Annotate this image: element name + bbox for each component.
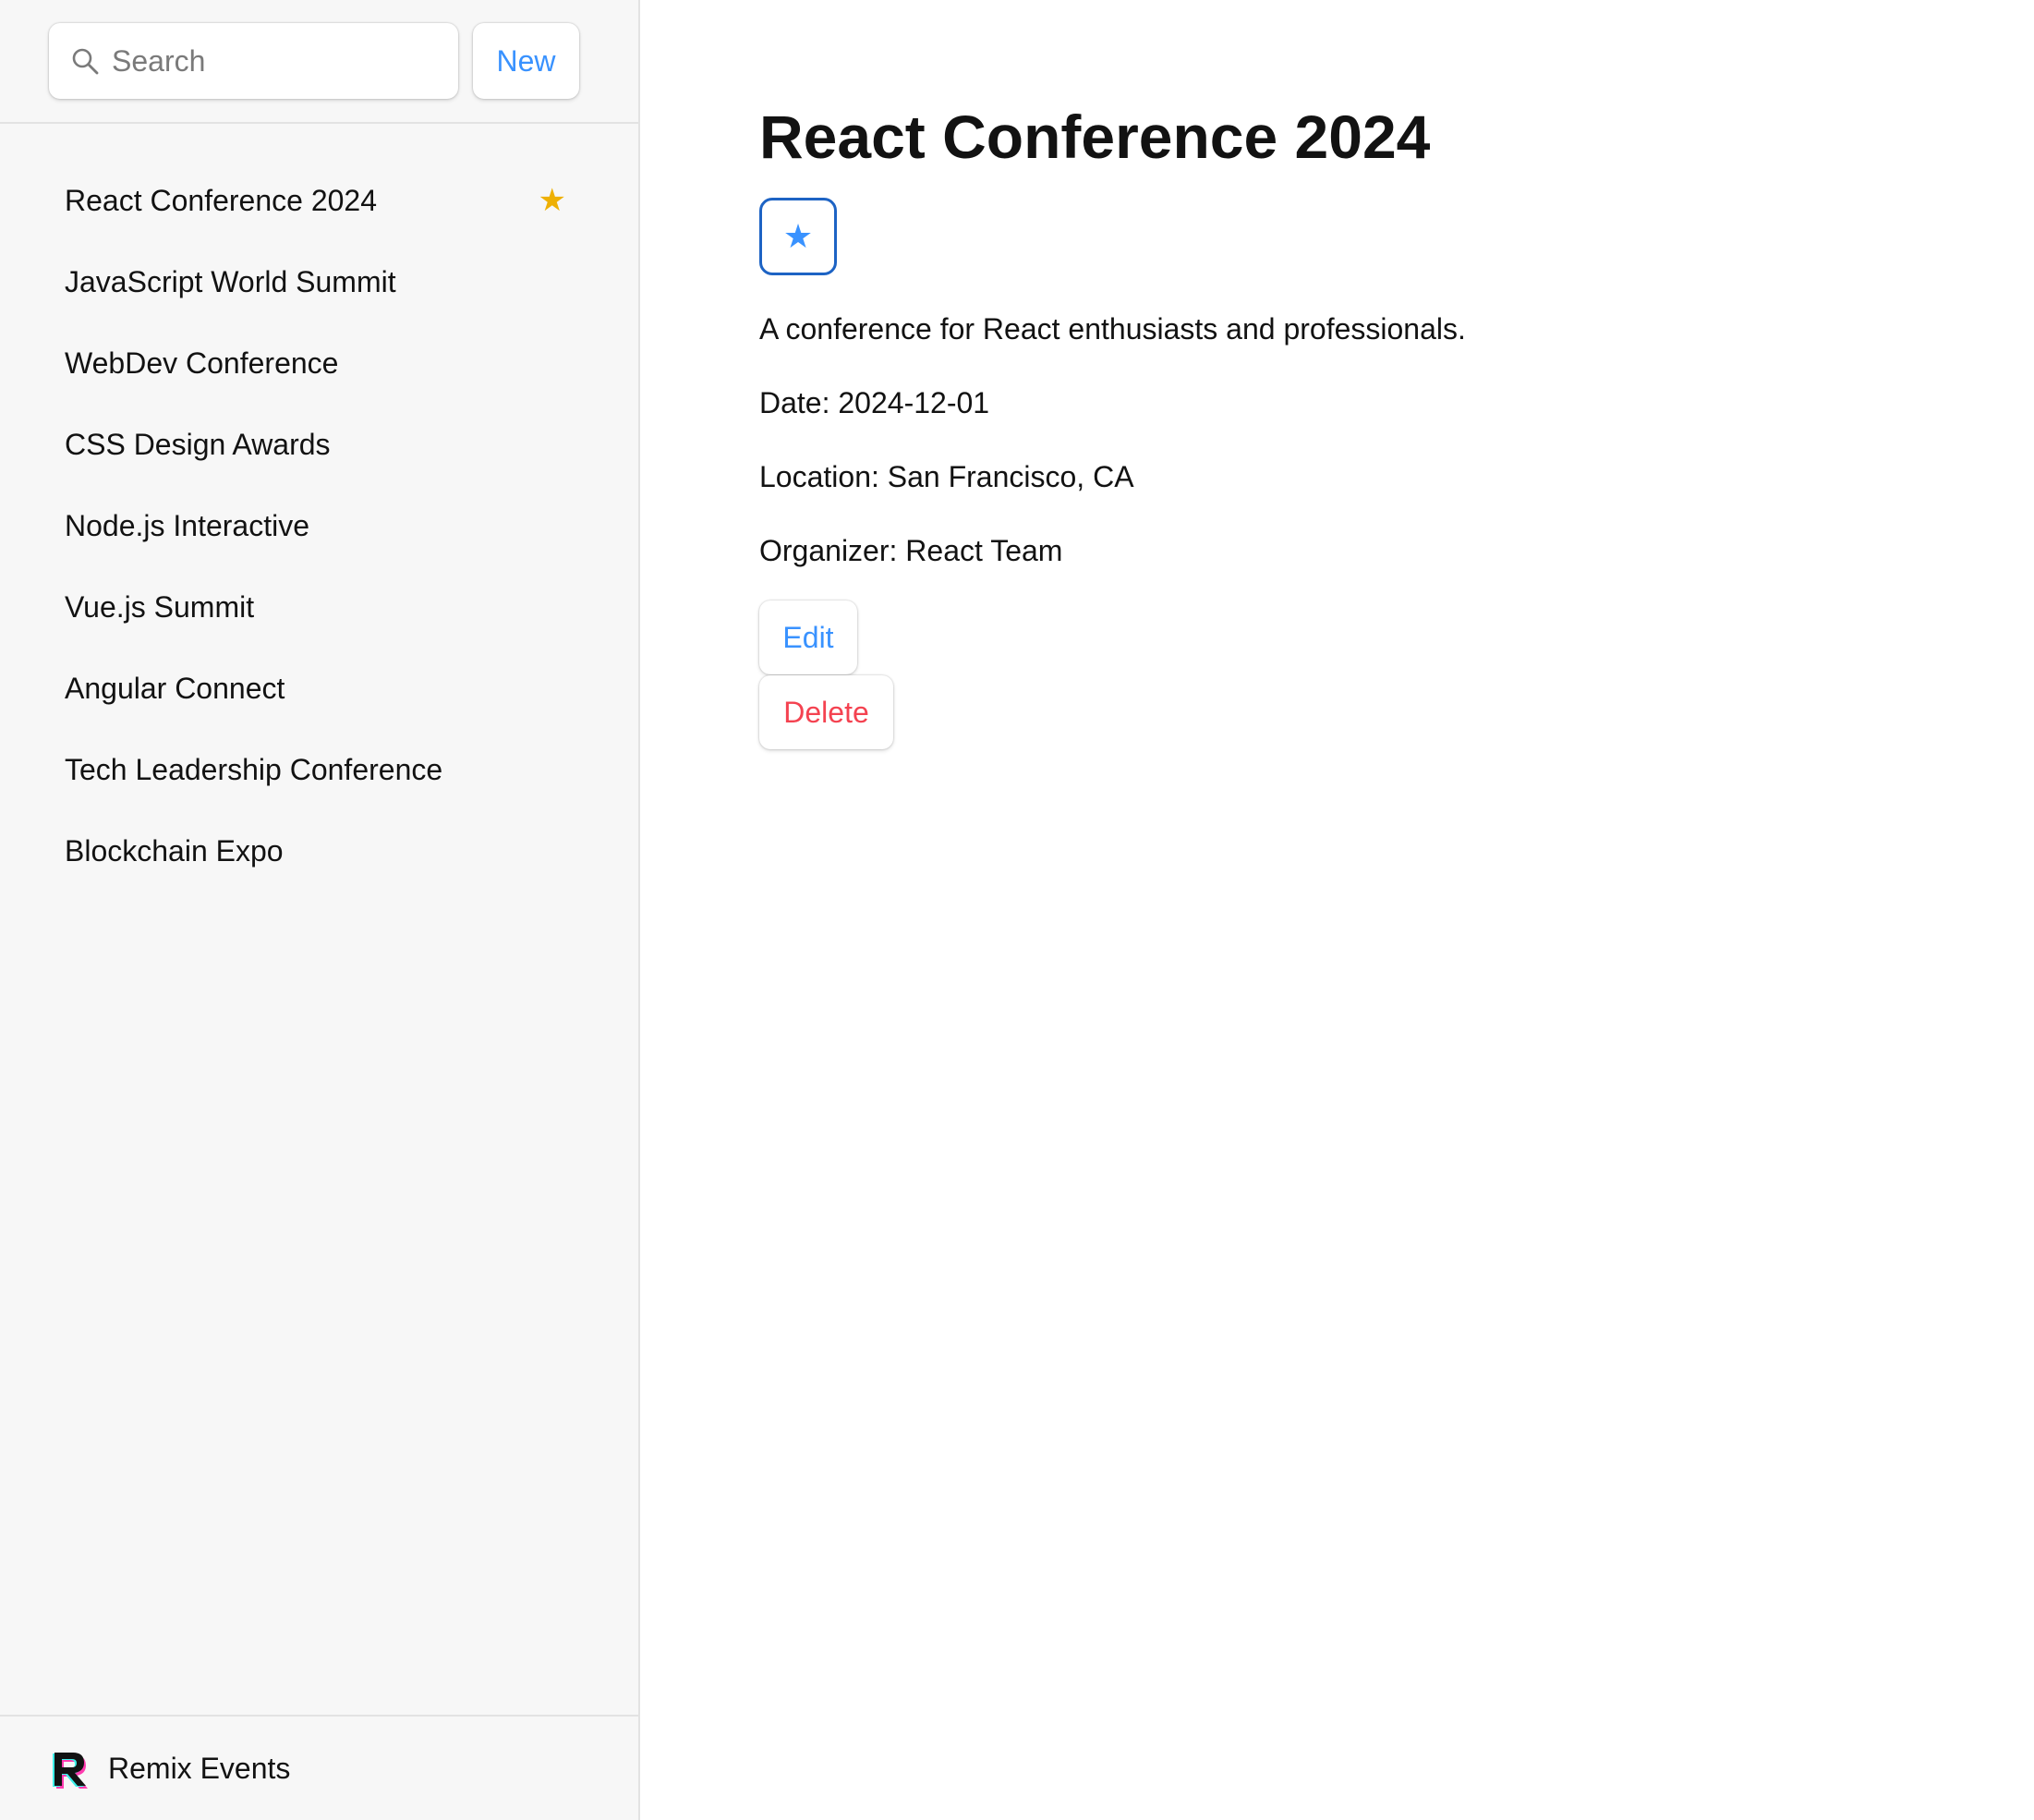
remix-logo-icon bbox=[49, 1745, 91, 1791]
sidebar-item-label: React Conference 2024 bbox=[65, 183, 377, 217]
search-icon bbox=[69, 45, 101, 77]
sidebar-item-label: WebDev Conference bbox=[65, 346, 339, 380]
app: New React Conference 2024 ★ JavaScript W… bbox=[0, 0, 2034, 1820]
sidebar-item-label: JavaScript World Summit bbox=[65, 264, 396, 298]
sidebar-footer: Remix Events bbox=[0, 1715, 638, 1820]
event-organizer: Organizer: React Team bbox=[759, 534, 1063, 567]
sidebar-item-tech-leadership-conference[interactable]: Tech Leadership Conference bbox=[0, 729, 638, 810]
favorite-button[interactable]: ★ bbox=[759, 198, 837, 275]
sidebar-item-label: CSS Design Awards bbox=[65, 427, 331, 461]
star-icon: ★ bbox=[782, 217, 814, 255]
sidebar-item-label: Angular Connect bbox=[65, 671, 285, 705]
event-detail: React Conference 2024 ★ A conference for… bbox=[640, 0, 2034, 1820]
sidebar-item-angular-connect[interactable]: Angular Connect bbox=[0, 648, 638, 729]
sidebar-item-javascript-world-summit[interactable]: JavaScript World Summit bbox=[0, 241, 638, 322]
event-list: React Conference 2024 ★ JavaScript World… bbox=[0, 124, 638, 1715]
sidebar-item-css-design-awards[interactable]: CSS Design Awards bbox=[0, 404, 638, 485]
sidebar-item-label: Node.js Interactive bbox=[65, 508, 310, 542]
event-date: Date: 2024-12-01 bbox=[759, 386, 990, 419]
event-description: A conference for React enthusiasts and p… bbox=[759, 312, 1466, 346]
sidebar-item-react-conference-2024[interactable]: React Conference 2024 ★ bbox=[0, 160, 638, 241]
edit-button[interactable]: Edit bbox=[759, 601, 857, 674]
search-box[interactable] bbox=[49, 23, 458, 99]
sidebar-header: New bbox=[0, 0, 638, 124]
sidebar-item-nodejs-interactive[interactable]: Node.js Interactive bbox=[0, 485, 638, 566]
sidebar-item-vuejs-summit[interactable]: Vue.js Summit bbox=[0, 566, 638, 648]
sidebar-item-blockchain-expo[interactable]: Blockchain Expo bbox=[0, 810, 638, 892]
sidebar-item-label: Tech Leadership Conference bbox=[65, 752, 443, 786]
sidebar-item-webdev-conference[interactable]: WebDev Conference bbox=[0, 322, 638, 404]
brand-name: Remix Events bbox=[108, 1751, 291, 1785]
page-title: React Conference 2024 bbox=[759, 103, 1431, 171]
search-input[interactable] bbox=[112, 43, 444, 79]
delete-button[interactable]: Delete bbox=[759, 675, 893, 749]
favorite-star-icon: ★ bbox=[538, 183, 566, 218]
sidebar-item-label: Blockchain Expo bbox=[65, 833, 284, 868]
event-location: Location: San Francisco, CA bbox=[759, 460, 1134, 493]
new-button[interactable]: New bbox=[473, 23, 579, 99]
sidebar-item-label: Vue.js Summit bbox=[65, 589, 255, 624]
sidebar: New React Conference 2024 ★ JavaScript W… bbox=[0, 0, 640, 1820]
